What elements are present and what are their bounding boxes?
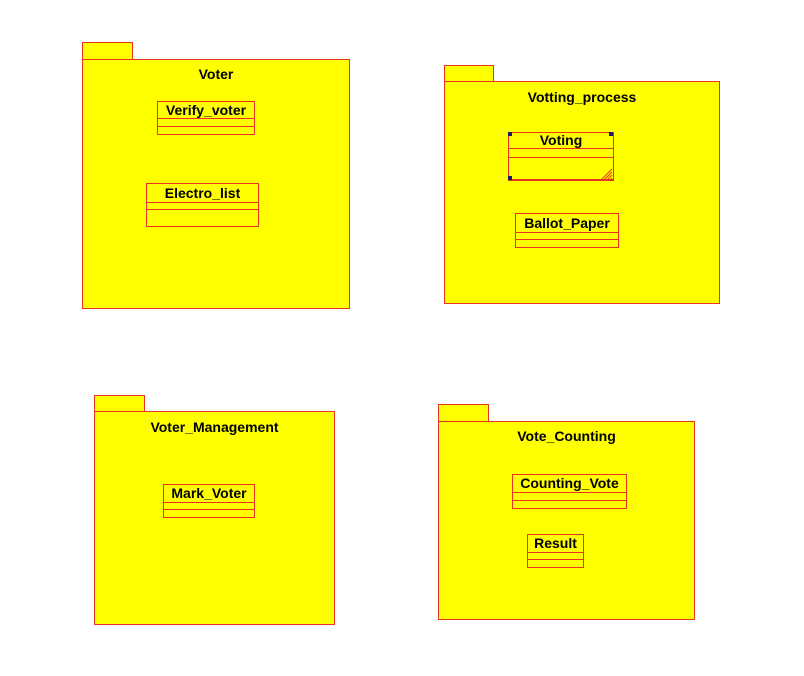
class-attributes bbox=[528, 553, 583, 560]
package-name: Voter_Management bbox=[150, 419, 279, 435]
class-result[interactable]: Result bbox=[527, 534, 584, 568]
class-electro-list[interactable]: Electro_list bbox=[146, 183, 259, 227]
class-ballot-paper[interactable]: Ballot_Paper bbox=[515, 213, 619, 248]
class-mark-voter[interactable]: Mark_Voter bbox=[163, 484, 255, 518]
selection-handle-top-right[interactable] bbox=[609, 132, 613, 136]
selection-handle-top-left[interactable] bbox=[508, 132, 512, 136]
class-name: Voting bbox=[509, 133, 613, 149]
class-name: Verify_voter bbox=[158, 102, 254, 119]
class-operations bbox=[516, 240, 618, 248]
selection-handle-bottom-left[interactable] bbox=[508, 176, 512, 180]
class-name: Counting_Vote bbox=[513, 475, 626, 493]
package-body: Vote_Counting bbox=[438, 421, 695, 620]
resize-grip-icon[interactable] bbox=[601, 168, 613, 180]
package-name: Vote_Counting bbox=[517, 428, 616, 444]
class-operations bbox=[158, 127, 254, 135]
package-tab bbox=[82, 42, 133, 60]
class-operations bbox=[528, 560, 583, 568]
package-tab bbox=[438, 404, 489, 422]
class-attributes bbox=[509, 149, 613, 158]
class-attributes bbox=[147, 203, 258, 210]
class-attributes bbox=[164, 503, 254, 510]
class-operations bbox=[164, 510, 254, 518]
class-name: Electro_list bbox=[147, 184, 258, 203]
package-body: Voter_Management bbox=[94, 411, 335, 625]
package-name: Votting_process bbox=[527, 89, 637, 105]
class-operations bbox=[509, 158, 613, 180]
class-name: Ballot_Paper bbox=[516, 214, 618, 233]
package-name: Voter bbox=[198, 66, 234, 82]
class-verify-voter[interactable]: Verify_voter bbox=[157, 101, 255, 135]
class-counting-vote[interactable]: Counting_Vote bbox=[512, 474, 627, 509]
class-attributes bbox=[158, 119, 254, 127]
class-operations bbox=[147, 210, 258, 227]
class-operations bbox=[513, 501, 626, 509]
class-attributes bbox=[513, 493, 626, 501]
package-body: Votting_process bbox=[444, 81, 720, 304]
class-voting[interactable]: Voting bbox=[508, 132, 614, 181]
class-name: Mark_Voter bbox=[164, 485, 254, 503]
class-name: Result bbox=[528, 535, 583, 553]
class-attributes bbox=[516, 233, 618, 240]
